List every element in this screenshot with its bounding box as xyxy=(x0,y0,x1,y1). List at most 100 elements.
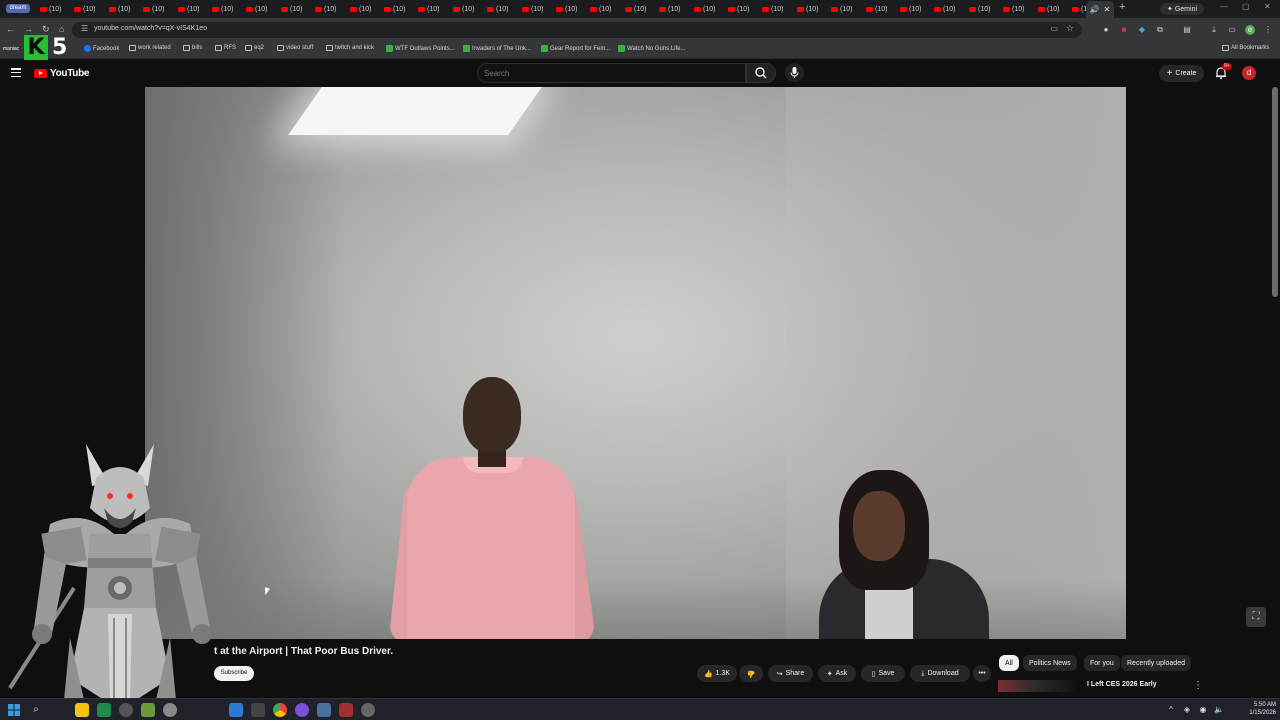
tray-chevron-icon[interactable]: ^ xyxy=(1164,703,1178,717)
browser-tab[interactable]: (10) xyxy=(793,2,826,16)
browser-tab[interactable]: (10) xyxy=(346,2,379,16)
profile-icon[interactable]: e xyxy=(1245,25,1255,35)
bookmark-item[interactable]: video stuff xyxy=(277,45,313,51)
browser-tab[interactable]: (10) xyxy=(621,2,654,16)
bookmark-item[interactable]: Facebook xyxy=(84,45,119,52)
bookmark-item[interactable]: RFS xyxy=(215,45,236,51)
ask-button[interactable]: ✦ Ask xyxy=(818,665,856,682)
taskbar-app-icon[interactable] xyxy=(97,703,111,717)
taskbar-search-icon[interactable]: ⌕ xyxy=(29,703,43,717)
gemini-button[interactable]: ✦ Gemini xyxy=(1160,3,1204,15)
browser-tab[interactable]: (10) xyxy=(965,2,998,16)
browser-tab[interactable]: (10) xyxy=(242,2,275,16)
browser-tab[interactable]: (10) xyxy=(552,2,585,16)
speaker-icon[interactable]: 🔊 xyxy=(1090,5,1100,14)
tab-active[interactable]: 🔊 ✕ xyxy=(1086,1,1114,18)
browser-tab[interactable]: (10) xyxy=(174,2,207,16)
tray-app-icon[interactable]: ◈ xyxy=(1180,703,1194,717)
browser-tab[interactable]: (10) xyxy=(105,2,138,16)
maximize-icon[interactable]: ▢ xyxy=(1242,2,1250,11)
bookmark-item[interactable]: Invaders of The Unk... xyxy=(463,45,531,52)
sidepanel-icon[interactable]: ▤ xyxy=(1182,25,1192,35)
all-bookmarks[interactable]: All Bookmarks xyxy=(1222,45,1269,51)
wifi-icon[interactable]: ◉ xyxy=(1196,703,1210,717)
video-player[interactable] xyxy=(145,87,1126,639)
browser-tab[interactable]: (10) xyxy=(724,2,757,16)
url-text[interactable]: youtube.com/watch?v=qX-vIS4K1eo xyxy=(94,25,207,32)
recommended-title[interactable]: I Left CES 2026 Early xyxy=(1087,681,1157,688)
browser-tab[interactable]: (10) xyxy=(999,2,1032,16)
search-input[interactable] xyxy=(484,69,724,78)
browser-tab[interactable]: (10) xyxy=(518,2,551,16)
taskbar-app-icon[interactable] xyxy=(163,703,177,717)
tab-first[interactable]: dream xyxy=(6,4,30,13)
share-button[interactable]: ↪ Share xyxy=(768,665,813,682)
bookmark-star-icon[interactable]: ☆ xyxy=(1066,23,1074,34)
save-button[interactable]: ▯ Save xyxy=(861,665,905,682)
close-window-icon[interactable]: ✕ xyxy=(1264,2,1271,11)
browser-tab[interactable]: (10) xyxy=(380,2,413,16)
chrome-icon[interactable] xyxy=(273,703,287,717)
tab-close-icon[interactable]: ✕ xyxy=(1104,5,1111,14)
filter-chip[interactable]: Politics News xyxy=(1023,655,1077,671)
recommended-more-icon[interactable]: ⋮ xyxy=(1193,680,1203,691)
voice-search-button[interactable] xyxy=(785,63,804,82)
browser-tab[interactable]: (10) xyxy=(862,2,895,16)
create-button[interactable]: + Create xyxy=(1159,65,1204,82)
avatar[interactable]: d xyxy=(1242,66,1256,80)
browser-tab[interactable]: (10) xyxy=(690,2,723,16)
like-button[interactable]: 👍 1.3K xyxy=(697,665,737,682)
miniplayer-icon[interactable]: ⛶ xyxy=(1246,607,1266,627)
chrome-menu-icon[interactable]: ⋮ xyxy=(1263,25,1273,35)
filter-chip[interactable]: For you xyxy=(1084,655,1120,671)
bookmark-item[interactable]: twitch and kick xyxy=(326,45,374,51)
page-scrollbar[interactable] xyxy=(1272,87,1278,297)
filter-chip[interactable]: All xyxy=(999,655,1019,671)
bookmark-item[interactable]: bills xyxy=(183,45,202,51)
browser-tab[interactable]: (10) xyxy=(827,2,860,16)
back-icon[interactable]: ← xyxy=(6,24,15,34)
taskbar-app-icon[interactable] xyxy=(295,703,309,717)
taskbar-app-icon[interactable] xyxy=(141,703,155,717)
taskbar-app-icon[interactable] xyxy=(339,703,353,717)
site-info-icon[interactable]: ☰ xyxy=(81,24,88,33)
cast-icon[interactable]: ▭ xyxy=(1050,24,1058,33)
bookmark-item[interactable]: WTF Outlaws Points... xyxy=(386,45,455,52)
browser-tab[interactable]: (10) xyxy=(414,2,447,16)
file-explorer-icon[interactable] xyxy=(75,703,89,717)
taskbar-app-icon[interactable] xyxy=(119,703,133,717)
browser-tab[interactable]: (10) xyxy=(139,2,172,16)
taskbar-app-icon[interactable] xyxy=(251,703,265,717)
more-actions-button[interactable]: ••• xyxy=(973,665,991,682)
extension-icon[interactable]: ◆ xyxy=(1137,25,1147,35)
tab-search-icon[interactable]: ▭ xyxy=(1227,25,1237,35)
browser-tab[interactable]: (10) xyxy=(586,2,619,16)
forward-icon[interactable]: → xyxy=(24,24,33,34)
filter-chip[interactable]: Recently uploaded xyxy=(1121,655,1191,671)
extension-icon[interactable]: ■ xyxy=(1119,25,1129,35)
menu-icon[interactable] xyxy=(11,68,21,77)
browser-tab[interactable]: (10) xyxy=(483,2,516,16)
bookmark-item[interactable]: Watch No Guns Life... xyxy=(618,45,685,52)
extensions-puzzle-icon[interactable]: ⧉ xyxy=(1155,25,1165,35)
minimize-icon[interactable]: — xyxy=(1220,2,1228,11)
browser-tab[interactable]: (10) xyxy=(655,2,688,16)
home-icon[interactable]: ⌂ xyxy=(59,24,64,34)
reload-icon[interactable]: ↻ xyxy=(42,24,50,35)
new-tab-button[interactable]: + xyxy=(1119,1,1125,13)
download-icon[interactable]: ⤓ xyxy=(1209,25,1219,35)
recommended-thumbnail[interactable] xyxy=(998,680,1076,692)
extension-icon[interactable]: ● xyxy=(1101,25,1111,35)
browser-tab[interactable]: (10) xyxy=(1034,2,1067,16)
volume-icon[interactable]: 🔈 xyxy=(1212,703,1226,717)
browser-tab[interactable]: (10) xyxy=(930,2,963,16)
browser-tab[interactable]: (10) xyxy=(70,2,103,16)
windows-start-icon[interactable] xyxy=(7,703,21,717)
download-button[interactable]: ⤓ Download xyxy=(910,665,970,682)
search-box[interactable] xyxy=(477,63,746,83)
settings-icon[interactable] xyxy=(361,703,375,717)
taskbar-app-icon[interactable] xyxy=(317,703,331,717)
browser-tab[interactable]: (10) xyxy=(449,2,482,16)
taskbar-app-icon[interactable] xyxy=(229,703,243,717)
browser-tab[interactable]: (10) xyxy=(896,2,929,16)
